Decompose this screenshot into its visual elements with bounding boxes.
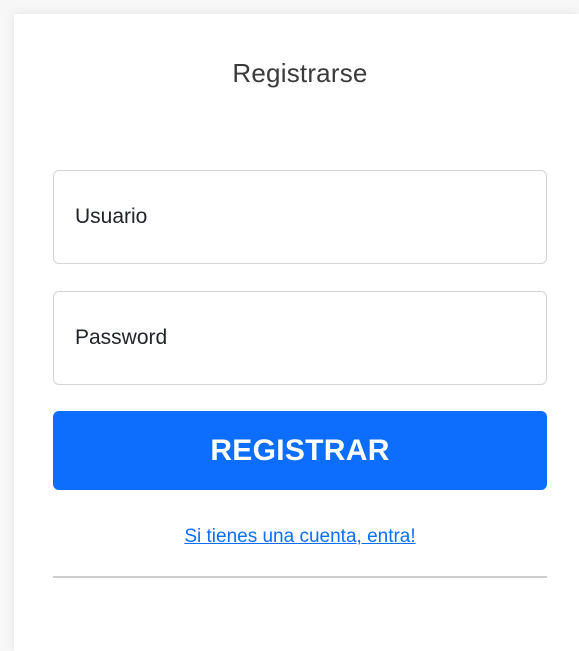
register-button[interactable]: REGISTRAR [53,411,547,490]
username-input[interactable] [53,170,547,264]
password-input[interactable] [53,291,547,385]
register-card: Registrarse REGISTRAR Si tienes una cuen… [14,14,579,651]
form-title: Registrarse [232,58,368,88]
login-link-container: Si tienes una cuenta, entra! [14,526,579,548]
divider [53,576,547,578]
login-link[interactable]: Si tienes una cuenta, entra! [184,526,415,547]
